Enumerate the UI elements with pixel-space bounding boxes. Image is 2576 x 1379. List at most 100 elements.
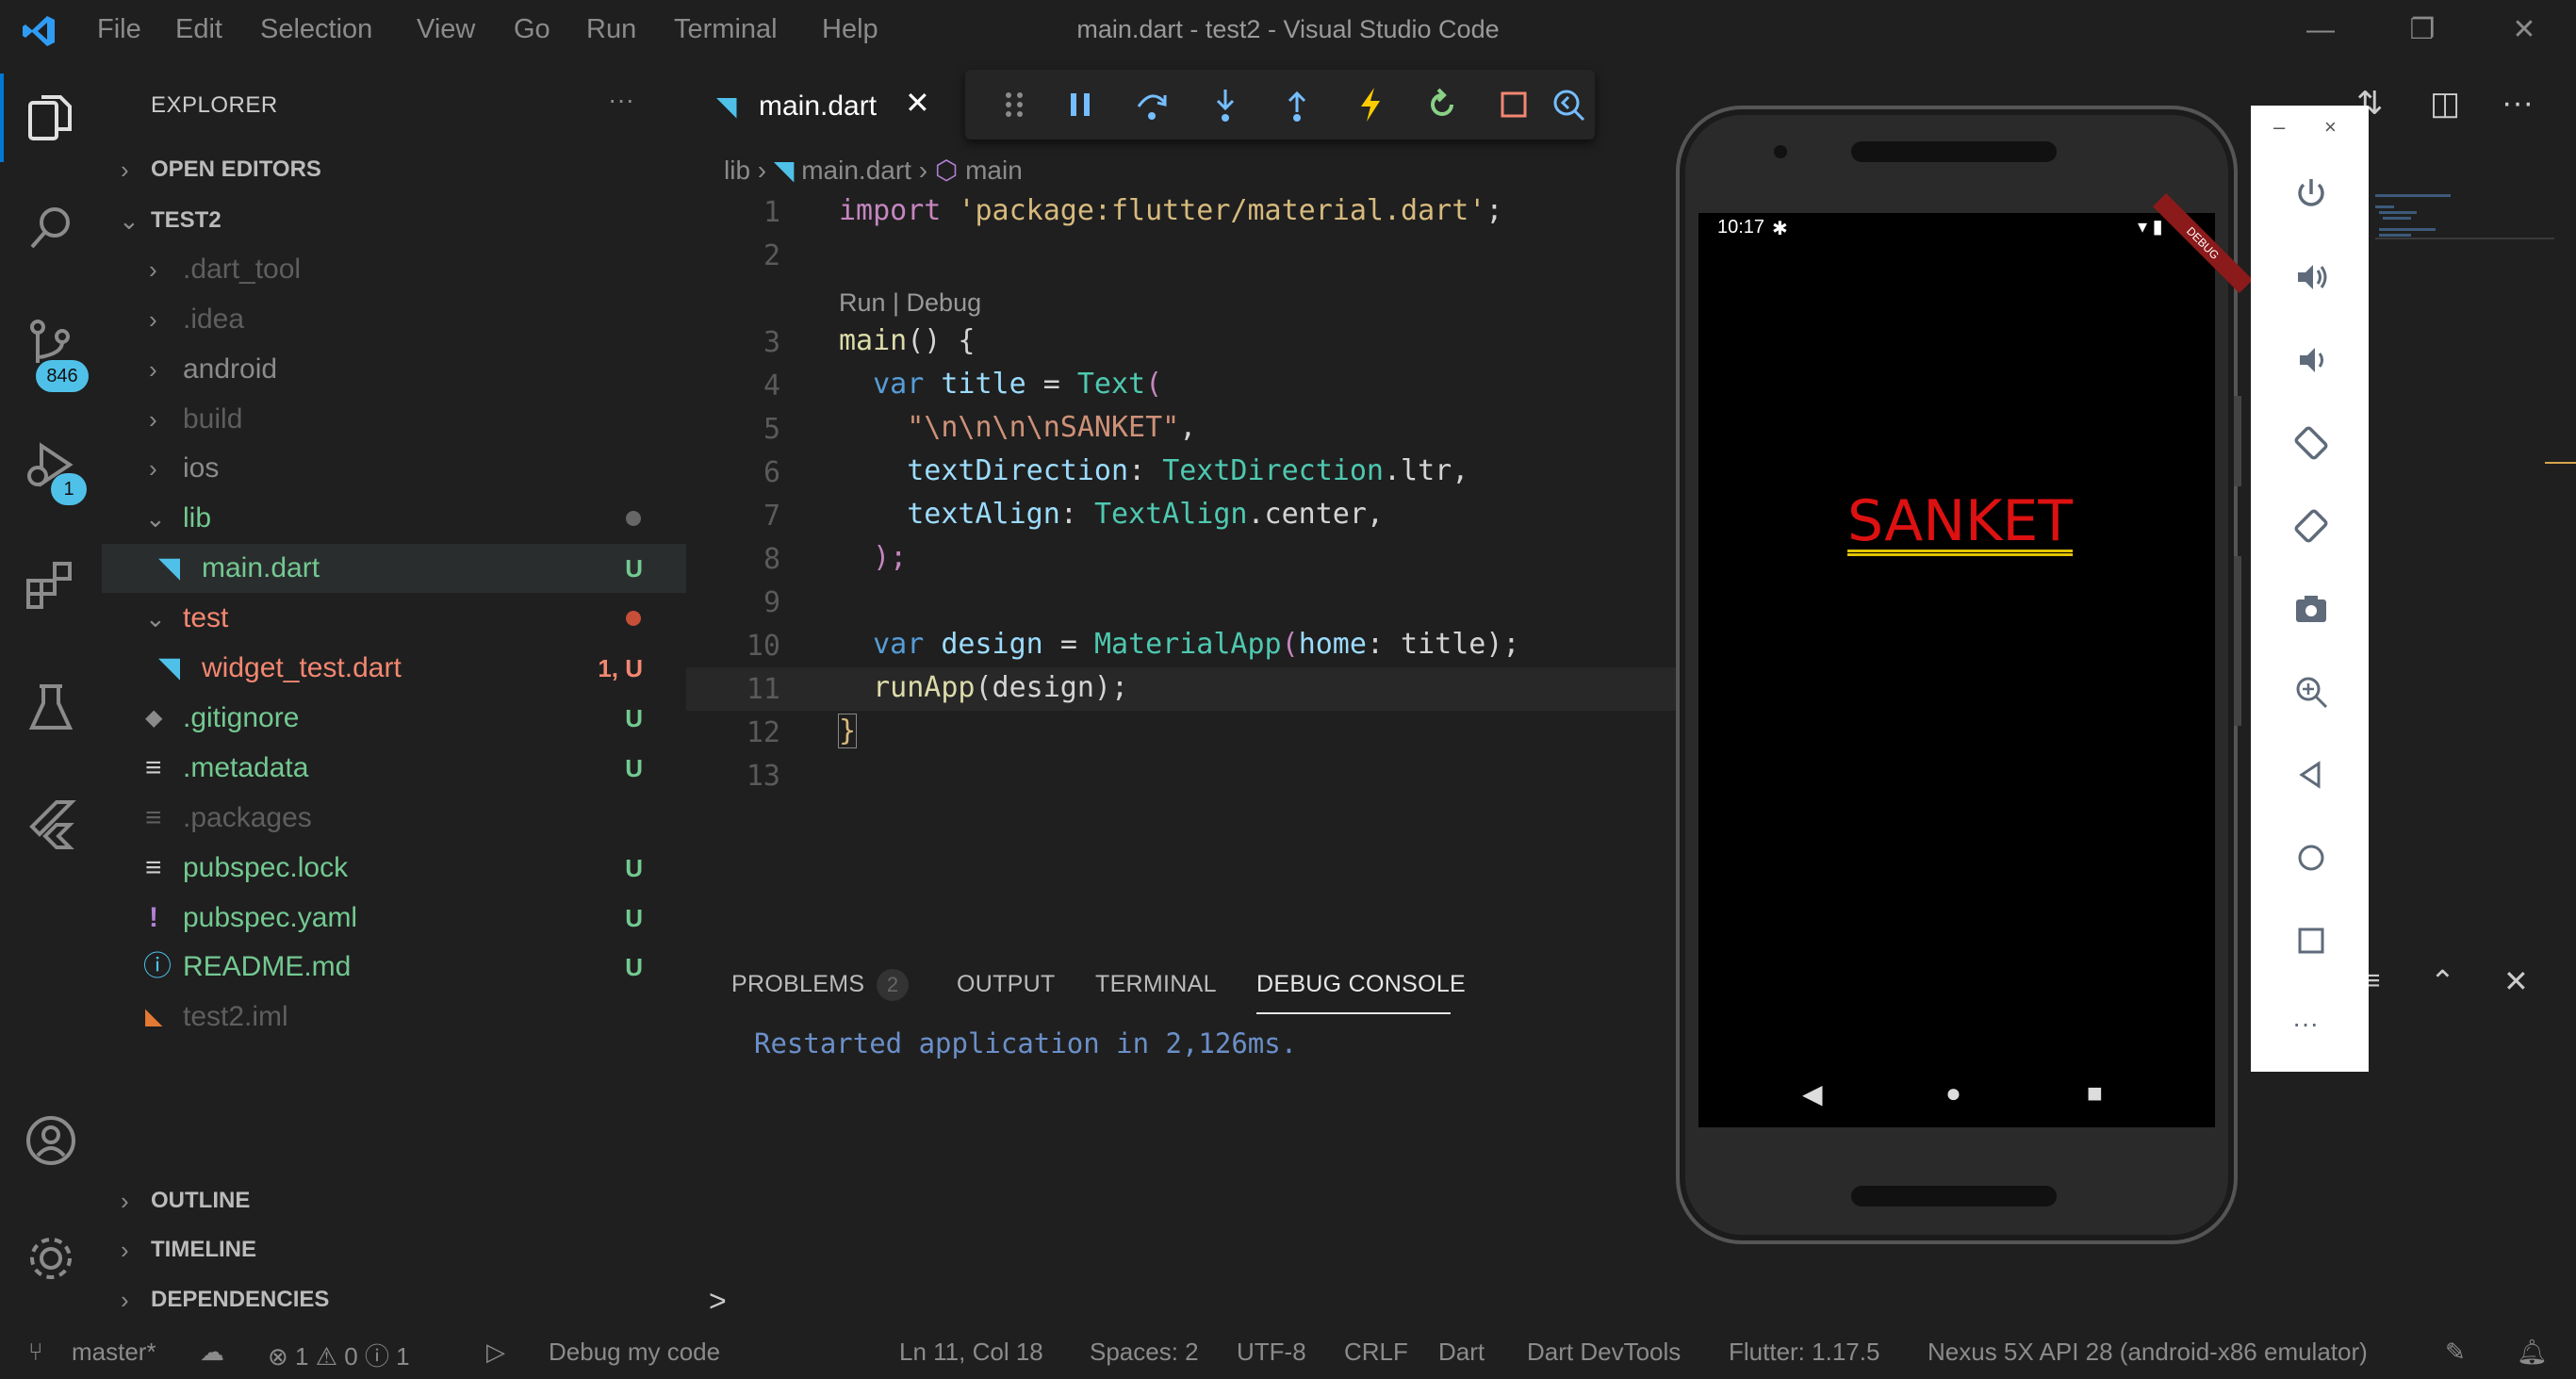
home-circle-icon[interactable] [2290, 837, 2332, 878]
text-file-icon: ≡ [145, 852, 162, 883]
tree-item-widget-test[interactable]: ◥ widget_test.dart 1, U [102, 644, 686, 693]
timeline-section[interactable]: › TIMELINE [102, 1225, 686, 1274]
accounts-icon[interactable] [23, 1112, 79, 1169]
debug-config[interactable]: Debug my code [549, 1338, 720, 1367]
menu-view[interactable]: View [417, 14, 475, 45]
tab-output[interactable]: OUTPUT [957, 971, 1056, 998]
language-mode[interactable]: Dart [1438, 1338, 1485, 1367]
run-debug-codelens[interactable]: Run | Debug [839, 288, 981, 318]
step-over-icon[interactable] [1131, 84, 1173, 125]
hot-reload-icon[interactable] [1350, 84, 1391, 125]
phone-screen[interactable] [1698, 213, 2215, 1127]
code-editor[interactable]: 1 2 3 4 5 6 7 8 9 10 11 12 13 import 'pa… [686, 189, 1676, 961]
explorer-icon[interactable] [23, 90, 79, 146]
menu-terminal[interactable]: Terminal [674, 14, 778, 45]
problems-summary[interactable]: ⊗ 1 ⚠ 0 ⓘ 1 [268, 1338, 410, 1372]
outline-section[interactable]: › OUTLINE [102, 1176, 686, 1225]
sync-icon[interactable]: ☁ [200, 1338, 224, 1367]
tree-item-idea[interactable]: › .idea [102, 295, 686, 344]
settings-gear-icon[interactable] [23, 1230, 79, 1287]
back-triangle-icon[interactable] [2290, 754, 2332, 796]
breadcrumb-folder[interactable]: lib [724, 156, 750, 185]
restart-icon[interactable] [1421, 84, 1463, 125]
volume-up-icon[interactable] [2290, 256, 2332, 298]
tree-item-test[interactable]: ⌄ test [102, 594, 686, 643]
tab-debug-console[interactable]: DEBUG CONSOLE [1256, 971, 1466, 998]
emulator-minimize-button[interactable]: – [2273, 115, 2285, 140]
cursor-position[interactable]: Ln 11, Col 18 [899, 1338, 1043, 1367]
tree-item-ios[interactable]: › ios [102, 444, 686, 493]
tab-problems[interactable]: PROBLEMS [731, 971, 864, 998]
open-editors-section[interactable]: › OPEN EDITORS [102, 145, 686, 194]
minimize-window-button[interactable]: — [2300, 11, 2341, 49]
git-branch[interactable]: master* [72, 1338, 156, 1367]
rotate-left-icon[interactable] [2290, 422, 2332, 464]
menu-selection[interactable]: Selection [260, 14, 372, 45]
flutter-icon[interactable] [23, 796, 79, 853]
zoom-icon[interactable] [2290, 671, 2332, 713]
device-selector[interactable]: Nexus 5X API 28 (android-x86 emulator) [1928, 1338, 2368, 1367]
notifications-bell-icon[interactable]: 🔔︎ [2517, 1338, 2548, 1367]
tree-item-main-dart[interactable]: ◥ main.dart U [102, 544, 686, 593]
pause-icon[interactable] [1059, 84, 1101, 125]
nav-home-icon[interactable]: ● [1945, 1078, 1961, 1108]
flutter-version[interactable]: Flutter: 1.17.5 [1729, 1338, 1879, 1367]
menu-go[interactable]: Go [514, 14, 550, 45]
tree-item-packages[interactable]: ≡ .packages [102, 794, 686, 843]
rotate-right-icon[interactable] [2290, 505, 2332, 547]
close-window-button[interactable]: ✕ [2503, 11, 2545, 49]
indentation[interactable]: Spaces: 2 [1090, 1338, 1199, 1367]
tree-item-metadata[interactable]: ≡ .metadata U [102, 744, 686, 793]
project-section[interactable]: ⌄ TEST2 [102, 196, 686, 245]
camera-screenshot-icon[interactable] [2290, 588, 2332, 630]
menu-file[interactable]: File [97, 14, 141, 45]
drag-handle-icon[interactable] [993, 84, 1035, 125]
minimap[interactable] [2375, 189, 2554, 245]
menu-help[interactable]: Help [822, 14, 878, 45]
tree-item-dart-tool[interactable]: › .dart_tool [102, 245, 686, 294]
explorer-more-button[interactable]: ··· [608, 85, 634, 115]
maximize-panel-icon[interactable]: ⌃ [2430, 963, 2455, 999]
dart-devtools[interactable]: Dart DevTools [1527, 1338, 1681, 1367]
tree-item-lib[interactable]: ⌄ lib [102, 494, 686, 543]
stop-icon[interactable] [1493, 84, 1534, 125]
power-icon[interactable] [2290, 173, 2332, 215]
menu-run[interactable]: Run [586, 14, 636, 45]
nav-back-icon[interactable]: ◀ [1802, 1078, 1823, 1109]
line-endings[interactable]: CRLF [1344, 1338, 1408, 1367]
split-editor-icon[interactable]: ◫ [2430, 85, 2460, 123]
debug-play-icon[interactable]: ▷ [486, 1338, 505, 1367]
overview-square-icon[interactable] [2290, 920, 2332, 961]
more-actions-icon[interactable]: ··· [2502, 85, 2534, 122]
line-number: 1 [763, 196, 780, 229]
tree-item-test2-iml[interactable]: ◣ test2.iml [102, 993, 686, 1042]
line-number: 4 [763, 369, 780, 402]
step-into-icon[interactable] [1205, 84, 1246, 125]
breadcrumb-file[interactable]: main.dart [801, 156, 911, 185]
encoding[interactable]: UTF-8 [1237, 1338, 1306, 1367]
tree-item-readme[interactable]: ⓘ README.md U [102, 943, 686, 992]
feedback-icon[interactable]: ✎ [2445, 1338, 2466, 1367]
extensions-icon[interactable] [23, 556, 79, 613]
testing-icon[interactable] [23, 679, 79, 735]
breadcrumb-symbol[interactable]: main [965, 156, 1023, 185]
tab-close-icon[interactable]: ✕ [905, 85, 930, 121]
tree-item-android[interactable]: › android [102, 345, 686, 394]
dependencies-section[interactable]: › DEPENDENCIES [102, 1275, 686, 1324]
restore-window-button[interactable]: ❐ [2402, 11, 2443, 49]
tree-item-build[interactable]: › build [102, 395, 686, 444]
nav-recents-icon[interactable]: ■ [2087, 1078, 2103, 1108]
volume-down-icon[interactable] [2290, 339, 2332, 381]
tree-item-gitignore[interactable]: ◆ .gitignore U [102, 694, 686, 743]
tree-item-pubspec-yaml[interactable]: ! pubspec.yaml U [102, 894, 686, 943]
tab-terminal[interactable]: TERMINAL [1095, 971, 1217, 998]
flutter-inspector-icon[interactable] [1548, 84, 1589, 125]
search-icon[interactable] [23, 200, 79, 256]
menu-edit[interactable]: Edit [175, 14, 222, 45]
close-panel-icon[interactable]: ✕ [2503, 963, 2529, 999]
more-options-icon[interactable]: ··· [2292, 1009, 2319, 1039]
console-input-prompt[interactable]: > [709, 1284, 727, 1319]
tree-item-pubspec-lock[interactable]: ≡ pubspec.lock U [102, 844, 686, 893]
emulator-close-button[interactable]: × [2324, 115, 2337, 140]
step-out-icon[interactable] [1276, 84, 1318, 125]
